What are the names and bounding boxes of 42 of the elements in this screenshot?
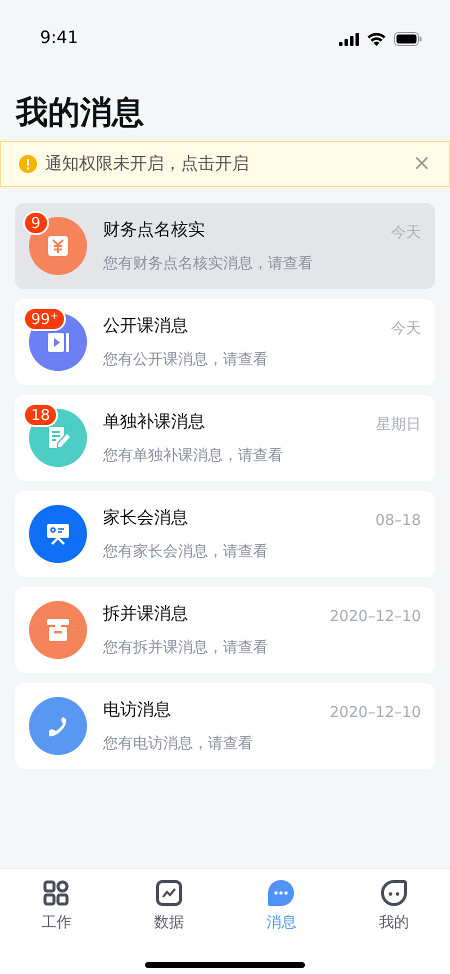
tab-item[interactable]: 我的 [338,869,450,934]
unread-count: 18 [23,403,58,428]
message-title: 家长会消息 [103,507,189,530]
unread-count: 9 [23,211,49,236]
message-item[interactable]: 99$^{+}$ 公开课消息 您有公开课消息，请查看 今天 [15,299,435,386]
message-title: 电访消息 [103,699,172,722]
message-item[interactable]: 家长会消息 您有家长会消息，请查看 08–18 [15,491,435,578]
chart-icon [154,879,183,907]
message-title: 公开课消息 [103,315,189,338]
message-preview: 您有公开课消息，请查看 [103,348,269,370]
message-time: 2020–12–10 [330,702,421,724]
message-item[interactable]: 18 单独补课消息 您有单独补课消息，请查看 星期日 [15,395,435,482]
face-icon [380,879,408,907]
warning-icon [19,155,37,174]
unread-count: 99$^{+}$ [23,307,66,332]
message-item[interactable]: 9 财务点名核实 您有财务点名核实消息，请查看 今天 [15,203,435,290]
message-preview: 您有家长会消息，请查看 [103,540,269,562]
message-preview: 您有电访消息，请查看 [103,732,254,754]
message-preview: 您有拆并课消息，请查看 [103,636,269,658]
message-item[interactable]: 拆并课消息 您有拆并课消息，请查看 2020–12–10 [15,587,435,674]
wifi-icon [367,32,386,46]
message-time: 今天 [391,318,421,340]
chat-icon [267,879,296,907]
message-time: 08–18 [375,510,421,532]
message-preview: 您有单独补课消息，请查看 [103,444,284,466]
tab-item[interactable]: 数据 [112,869,225,934]
battery-icon [394,32,422,46]
message-title: 拆并课消息 [103,603,189,626]
signal-icon [339,32,359,46]
message-title: 单独补课消息 [103,411,206,434]
notice-text: 通知权限未开启，点击开启 [45,152,250,176]
message-time: 2020–12–10 [330,606,421,628]
grid-icon [42,879,70,907]
message-time: 星期日 [376,414,421,436]
page-title: 我的消息 [16,93,145,132]
clock-time: 9:41 [40,27,78,50]
message-item[interactable]: 电访消息 您有电访消息，请查看 2020–12–10 [15,683,435,770]
message-title: 财务点名核实 [103,219,206,242]
notice-banner[interactable]: 通知权限未开启，点击开启 × [0,141,450,188]
tab-item[interactable]: 工作 [0,869,112,934]
message-time: 今天 [391,222,421,244]
message-preview: 您有财务点名核实消息，请查看 [103,252,314,274]
